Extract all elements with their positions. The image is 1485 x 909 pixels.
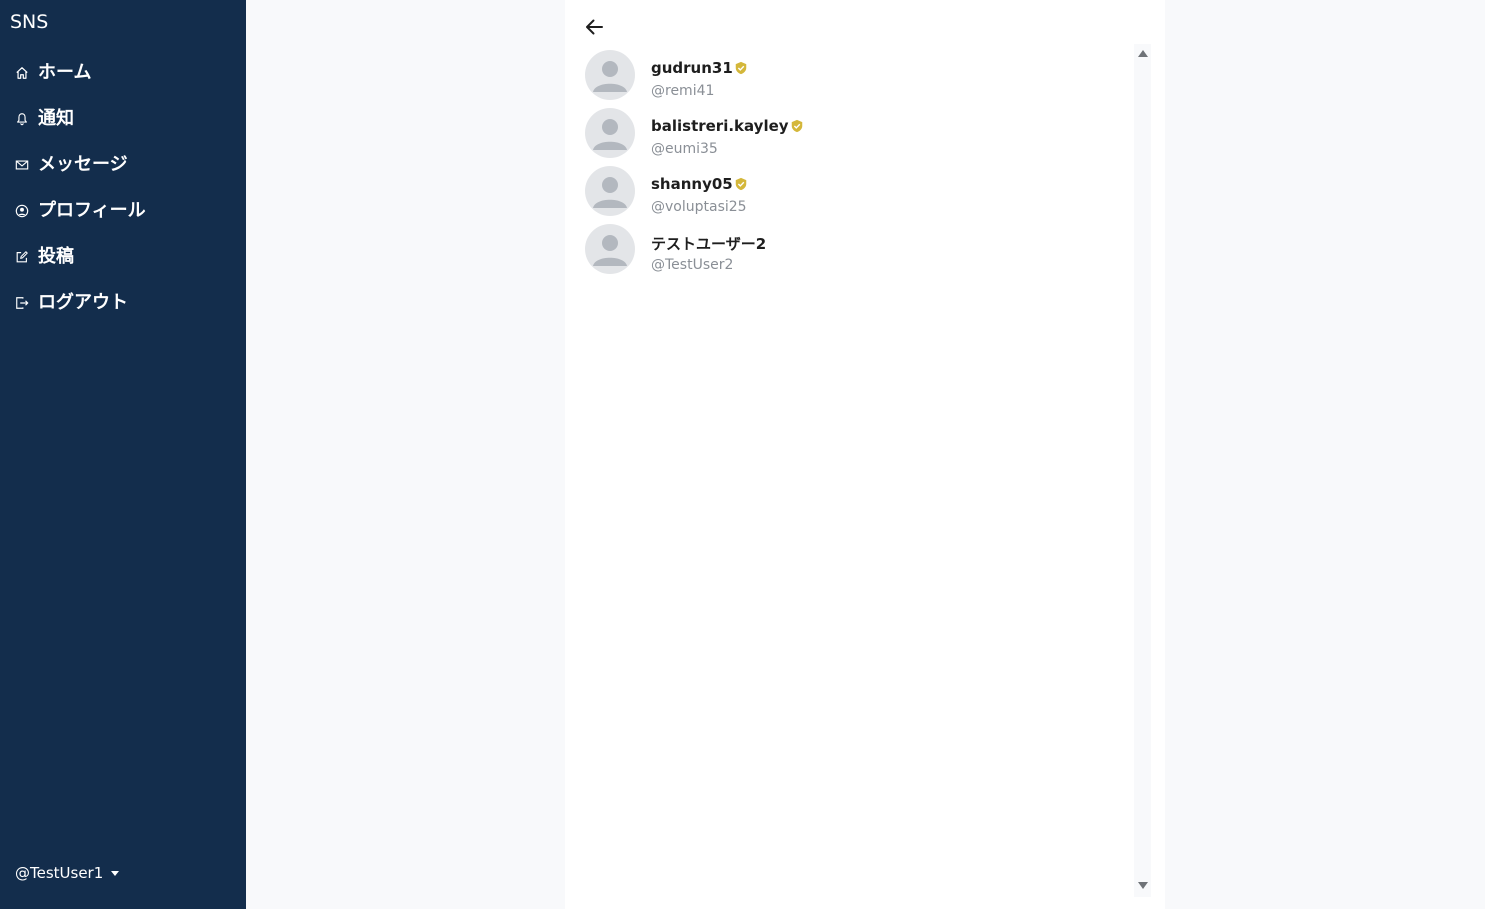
user-name: gudrun31 xyxy=(651,59,748,77)
user-handle: @eumi35 xyxy=(651,141,718,157)
user-circle-icon xyxy=(15,204,29,218)
envelope-icon xyxy=(15,158,29,172)
sidebar-item-label: メッセージ xyxy=(38,154,128,175)
verified-badge-icon xyxy=(791,119,802,133)
home-icon xyxy=(15,66,29,80)
user-handle: @voluptasi25 xyxy=(651,199,747,215)
caret-down-icon xyxy=(111,870,120,876)
sidebar-item-label: 投稿 xyxy=(38,246,74,267)
sidebar-item-post[interactable]: 投稿 xyxy=(15,243,74,271)
verified-badge-icon xyxy=(735,177,746,191)
list-item[interactable]: テストユーザー2 @TestUser2 xyxy=(585,224,1125,276)
arrow-left-icon xyxy=(586,19,603,35)
user-name-text: テストユーザー2 xyxy=(651,235,767,253)
edit-icon xyxy=(15,250,29,264)
sidebar-item-messages[interactable]: メッセージ xyxy=(15,151,128,179)
avatar xyxy=(585,166,635,216)
user-list: gudrun31 @remi41 balistreri.kayley @eumi… xyxy=(565,44,1135,909)
sidebar-item-label: ログアウト xyxy=(38,292,128,313)
sidebar-item-notifications[interactable]: 通知 xyxy=(15,105,74,133)
bell-icon xyxy=(15,112,29,126)
user-name: shanny05 xyxy=(651,175,748,193)
user-list-panel: gudrun31 @remi41 balistreri.kayley @eumi… xyxy=(565,0,1165,909)
sidebar: SNS ホーム 通知 メッセージ プロフィール 投稿 ログアウト @TestUs… xyxy=(0,0,246,909)
scroll-down-arrow-icon[interactable] xyxy=(1138,882,1148,889)
vertical-scrollbar[interactable] xyxy=(1134,44,1151,897)
sidebar-item-logout[interactable]: ログアウト xyxy=(15,289,128,317)
sidebar-item-home[interactable]: ホーム xyxy=(15,59,91,87)
avatar xyxy=(585,224,635,274)
sidebar-item-profile[interactable]: プロフィール xyxy=(15,197,146,225)
current-user-handle: @TestUser1 xyxy=(15,864,104,882)
user-name: テストユーザー2 xyxy=(651,233,766,254)
verified-badge-icon xyxy=(735,61,747,75)
list-item[interactable]: gudrun31 @remi41 xyxy=(585,50,1125,102)
back-button[interactable] xyxy=(583,16,605,38)
user-name-text: balistreri.kayley xyxy=(651,117,789,135)
user-handle: @TestUser2 xyxy=(651,257,734,273)
user-name-text: shanny05 xyxy=(651,175,733,193)
list-item[interactable]: shanny05 @voluptasi25 xyxy=(585,166,1125,218)
user-name-text: gudrun31 xyxy=(651,59,733,77)
sidebar-item-label: プロフィール xyxy=(38,200,146,221)
avatar xyxy=(585,108,635,158)
avatar xyxy=(585,50,635,100)
list-item[interactable]: balistreri.kayley @eumi35 xyxy=(585,108,1125,160)
user-handle: @remi41 xyxy=(651,83,715,99)
logout-icon xyxy=(15,296,29,310)
brand-logo[interactable]: SNS xyxy=(10,11,48,33)
user-name: balistreri.kayley xyxy=(651,117,804,135)
user-menu-dropdown[interactable]: @TestUser1 xyxy=(15,864,120,882)
sidebar-item-label: 通知 xyxy=(38,108,74,129)
scroll-up-arrow-icon[interactable] xyxy=(1138,50,1148,57)
sidebar-item-label: ホーム xyxy=(38,62,92,83)
